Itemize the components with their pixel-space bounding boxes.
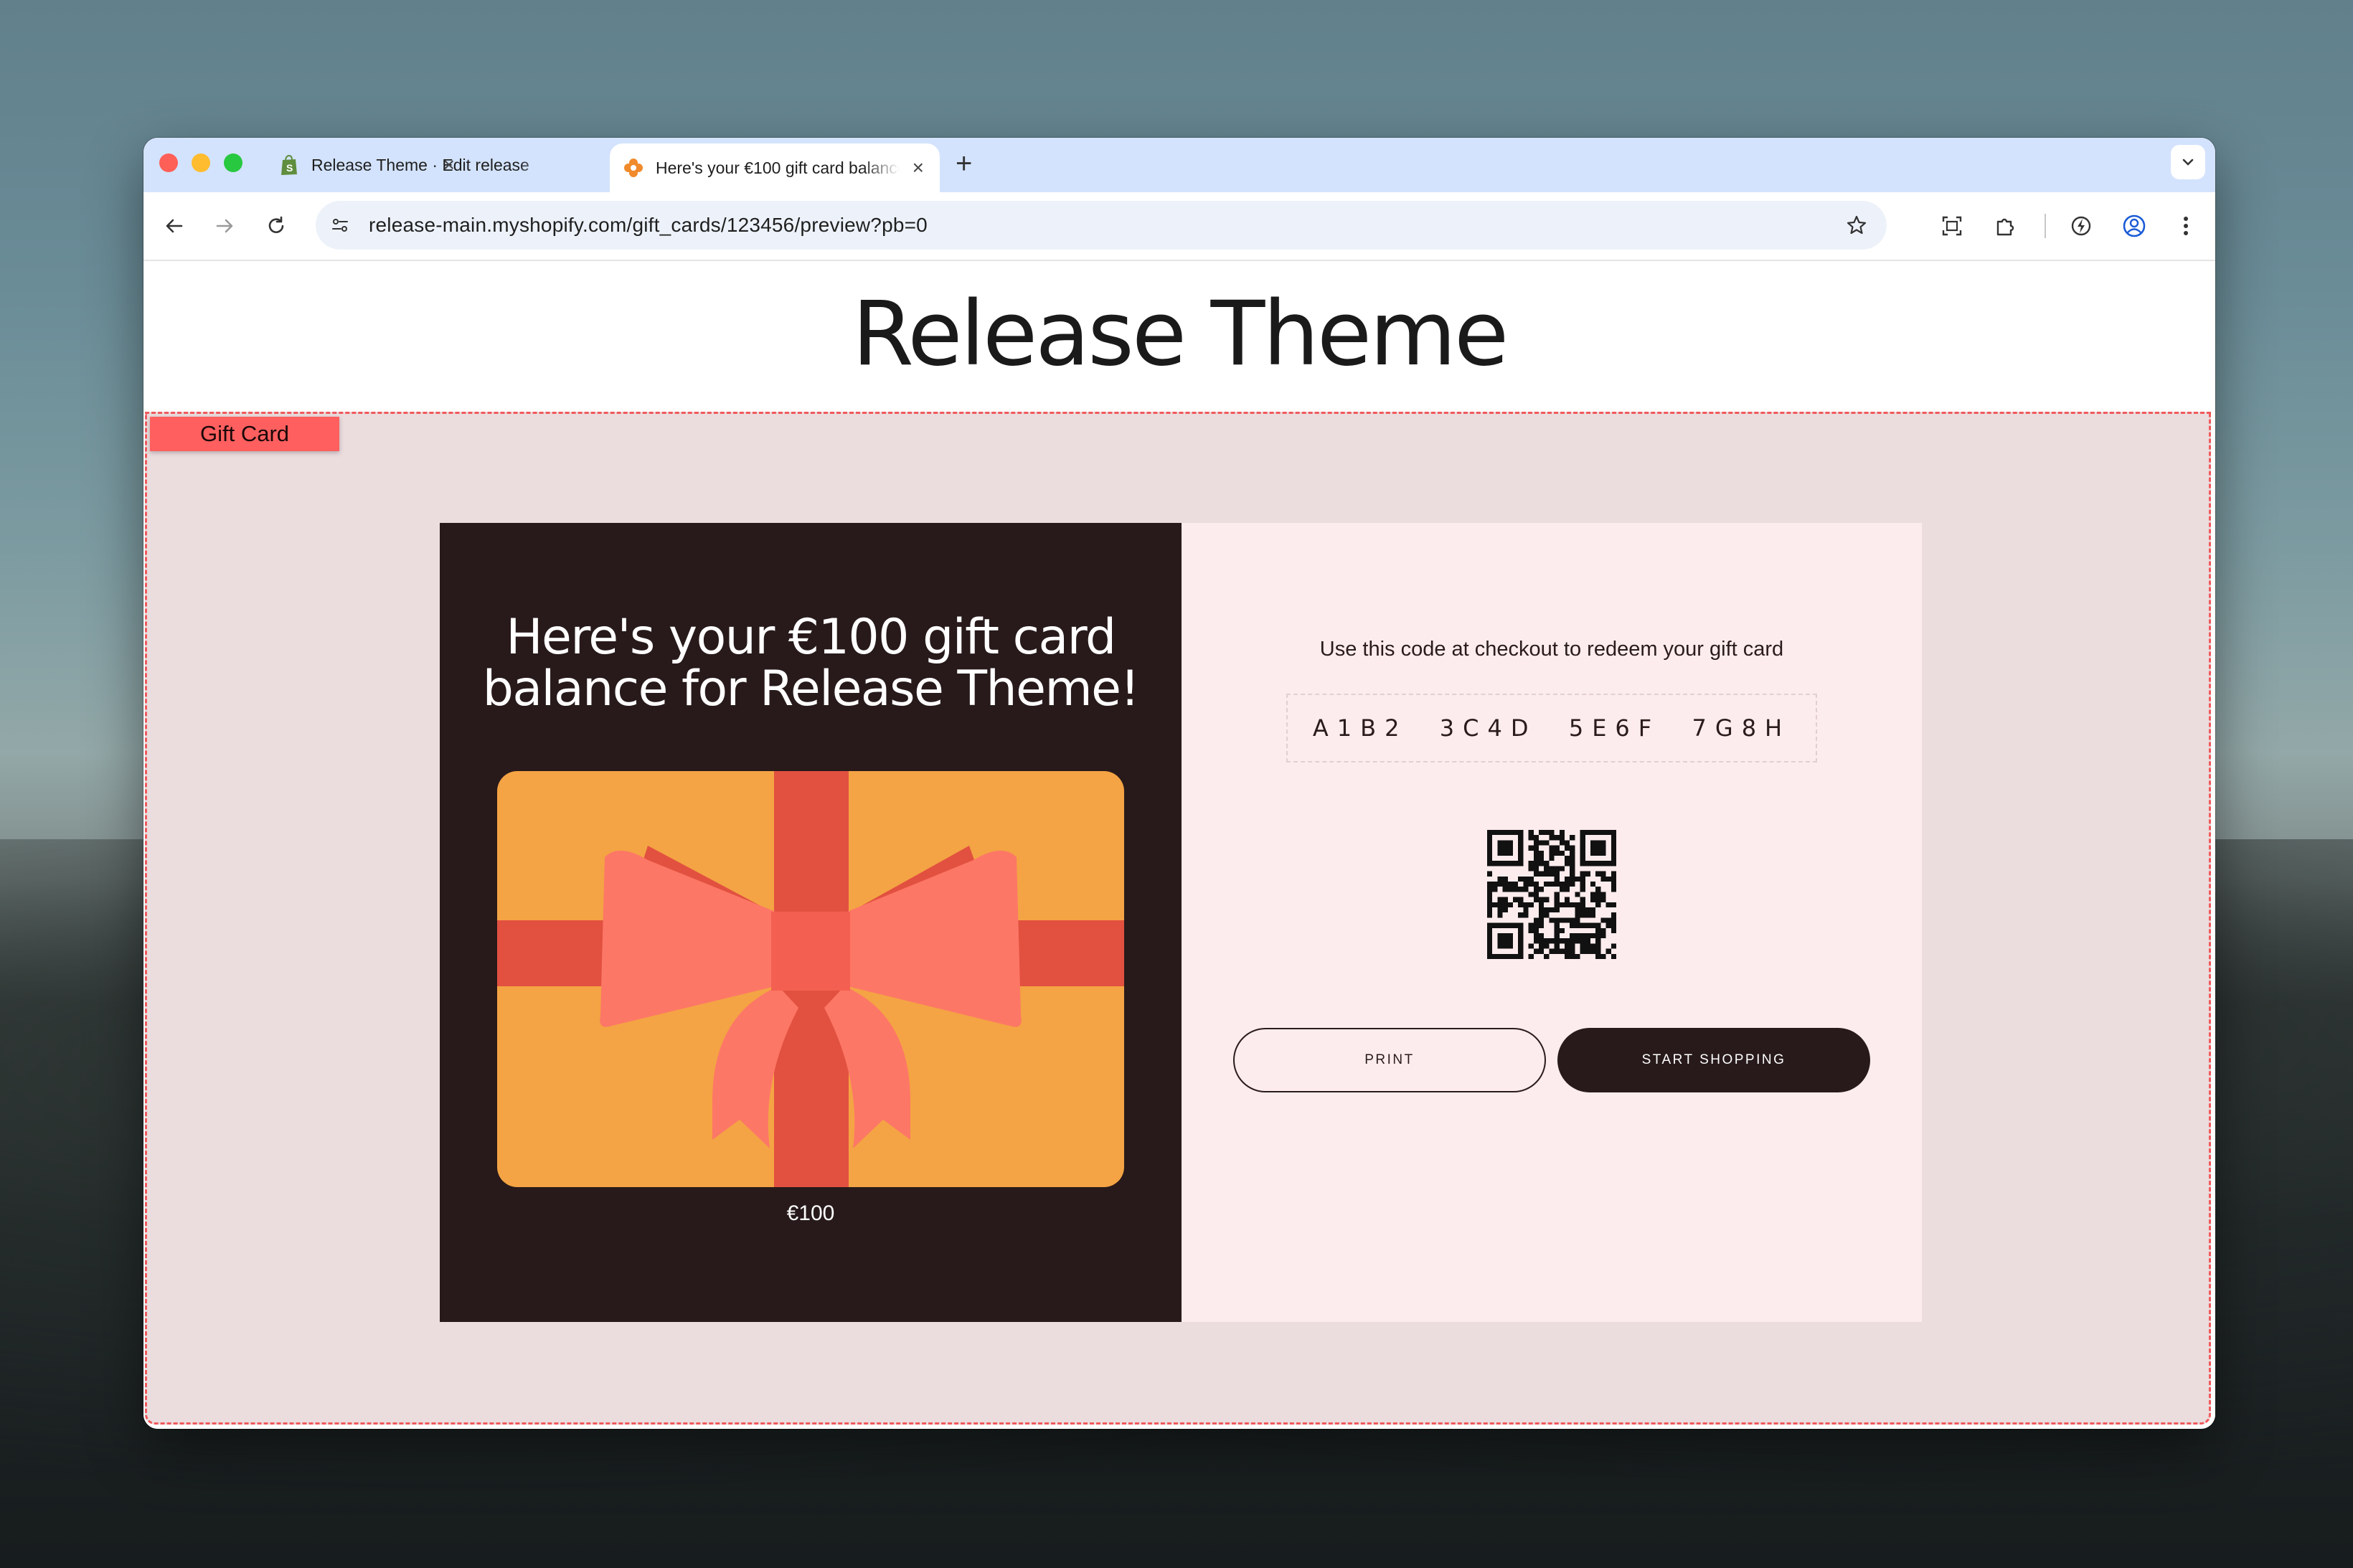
- print-button[interactable]: PRINT: [1233, 1028, 1546, 1092]
- qr-code: [1487, 830, 1616, 959]
- close-tab-icon[interactable]: ×: [913, 156, 924, 179]
- start-shopping-button[interactable]: START SHOPPING: [1557, 1028, 1870, 1092]
- page-content: Release Theme Gift Card Here's your €100…: [143, 261, 2215, 1429]
- redeem-instructions: Use this code at checkout to redeem your…: [1319, 638, 1784, 661]
- svg-text:S: S: [286, 162, 293, 174]
- gift-card-image: [497, 771, 1124, 1187]
- gift-card-section[interactable]: Gift Card Here's your €100 gift card bal…: [145, 412, 2211, 1425]
- tab-search-button[interactable]: [2171, 145, 2205, 179]
- bookmark-star-icon[interactable]: [1842, 211, 1871, 240]
- address-bar[interactable]: release-main.myshopify.com/gift_cards/12…: [316, 201, 1887, 250]
- minimize-window-button[interactable]: [192, 154, 210, 172]
- reload-button[interactable]: [260, 209, 293, 242]
- maximize-window-button[interactable]: [224, 154, 242, 172]
- screenshot-button[interactable]: [1935, 209, 1968, 242]
- site-settings-icon[interactable]: [326, 211, 354, 240]
- profile-avatar-icon: [2123, 214, 2146, 237]
- gift-card-amount: €100: [786, 1201, 835, 1225]
- tab-title: Release Theme · Edit release: [311, 155, 529, 174]
- section-label[interactable]: Gift Card: [150, 417, 339, 451]
- gift-card-visual-panel: Here's your €100 gift card balance for R…: [440, 523, 1182, 1322]
- chevron-down-icon: [2182, 159, 2194, 166]
- browser-toolbar: release-main.myshopify.com/gift_cards/12…: [143, 192, 2215, 261]
- shopify-bag-icon: S: [278, 154, 300, 176]
- url-text: release-main.myshopify.com/gift_cards/12…: [369, 214, 928, 236]
- close-window-button[interactable]: [159, 154, 178, 172]
- browser-menu-button[interactable]: [2169, 209, 2202, 242]
- arrow-left-icon: [166, 219, 183, 233]
- forward-button[interactable]: [208, 209, 241, 242]
- profile-button[interactable]: [2118, 209, 2151, 242]
- toolbar-divider: [2045, 214, 2046, 238]
- store-title[interactable]: Release Theme: [143, 283, 2215, 386]
- extensions-button[interactable]: [1989, 209, 2022, 242]
- tab-gift-card-preview[interactable]: Here's your €100 gift card balance ×: [610, 143, 940, 192]
- gift-card-code[interactable]: A1B2 3C4D 5E6F 7G8H: [1286, 694, 1817, 762]
- screen-capture-icon: [1942, 216, 1962, 236]
- back-button[interactable]: [158, 209, 191, 242]
- lightning-icon: [2071, 216, 2091, 236]
- reload-icon: [268, 216, 284, 233]
- puzzle-piece-icon: [1996, 218, 2014, 236]
- tab-strip: S Release Theme · Edit release × Here's …: [143, 138, 2215, 192]
- tab-title: Here's your €100 gift card balance: [656, 158, 900, 177]
- gift-card-heading: Here's your €100 gift card balance for R…: [482, 609, 1140, 717]
- flower-icon: [623, 157, 644, 179]
- new-tab-button[interactable]: +: [956, 148, 972, 180]
- arrow-right-icon: [216, 219, 233, 233]
- gift-card-redeem-panel: Use this code at checkout to redeem your…: [1182, 523, 1922, 1322]
- browser-window: S Release Theme · Edit release × Here's …: [143, 138, 2215, 1429]
- more-vertical-icon: [2184, 217, 2188, 235]
- performance-button[interactable]: [2065, 209, 2098, 242]
- close-tab-icon[interactable]: ×: [443, 154, 455, 176]
